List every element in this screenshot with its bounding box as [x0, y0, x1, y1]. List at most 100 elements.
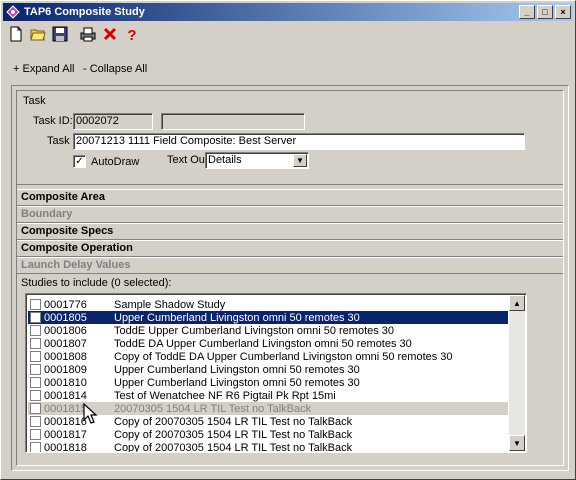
textout-value: Details: [208, 154, 242, 166]
section-boundary[interactable]: Boundary: [17, 206, 563, 223]
section-composite-area[interactable]: Composite Area: [17, 189, 563, 206]
textout-select[interactable]: Details ▼: [205, 152, 309, 169]
row-checkbox[interactable]: [30, 364, 41, 375]
row-checkbox[interactable]: [30, 429, 41, 440]
maximize-button[interactable]: □: [537, 5, 553, 19]
study-id: 0001807: [44, 337, 87, 350]
chevron-down-icon[interactable]: ▼: [293, 154, 307, 167]
row-checkbox[interactable]: [30, 312, 41, 323]
svg-text:?: ?: [127, 27, 136, 42]
study-id: 0001809: [44, 363, 87, 376]
task-id-field: 0002072: [73, 113, 153, 130]
study-name: Copy of 20070305 1504 LR TIL Test no Tal…: [114, 441, 353, 453]
row-checkbox[interactable]: [30, 403, 41, 414]
study-id: 0001814: [44, 389, 87, 402]
study-name: 20070305 1504 LR TIL Test no TalkBack: [114, 402, 312, 415]
print-icon: [80, 27, 96, 42]
studies-listbox[interactable]: 0001776 Sample Shadow Study 0001805 Upper C…: [25, 293, 527, 453]
scroll-up-button[interactable]: ▲: [509, 295, 525, 311]
app-icon: [6, 5, 20, 19]
study-id: 0001805: [44, 311, 87, 324]
row-checkbox[interactable]: [30, 338, 41, 349]
table-row[interactable]: 0001810 Upper Cumberland Livingston omni …: [28, 376, 508, 389]
expand-all-link[interactable]: + Expand All: [13, 63, 74, 75]
close-icon: ×: [560, 6, 566, 17]
expand-bar: + Expand All - Collapse All: [1, 59, 576, 77]
row-checkbox[interactable]: [30, 377, 41, 388]
minimize-button[interactable]: _: [519, 5, 535, 19]
study-id: 0001808: [44, 350, 87, 363]
row-checkbox[interactable]: [30, 325, 41, 336]
new-icon: [10, 26, 22, 42]
mouse-cursor-icon: [83, 403, 98, 424]
study-name: Copy of 20070305 1504 LR TIL Test no Tal…: [114, 415, 353, 428]
arrow-up-icon: ▲: [513, 298, 521, 308]
study-name: Test of Wenatchee NF R6 Pigtail Pk Rpt 1…: [114, 389, 336, 402]
study-id: 0001806: [44, 324, 87, 337]
save-button[interactable]: [49, 24, 71, 44]
task-id-extra-field: [161, 113, 305, 130]
arrow-down-icon: ▼: [513, 438, 521, 448]
table-row[interactable]: 0001809 Upper Cumberland Livingston omni …: [28, 363, 508, 376]
save-icon: [52, 26, 68, 42]
autodraw-checkbox[interactable]: ✓: [73, 155, 86, 168]
close-button[interactable]: ×: [555, 5, 571, 19]
row-checkbox[interactable]: [30, 299, 41, 310]
row-checkbox[interactable]: [30, 416, 41, 427]
vertical-scrollbar[interactable]: ▲ ▼: [509, 295, 525, 451]
row-checkbox[interactable]: [30, 442, 41, 452]
table-row[interactable]: 0001806 ToddE Upper Cumberland Livingston…: [28, 324, 508, 337]
study-id: 0001817: [44, 428, 87, 441]
collapse-all-link[interactable]: - Collapse All: [83, 63, 147, 75]
window-title: TAP6 Composite Study: [24, 6, 145, 18]
table-row[interactable]: 0001807 ToddE DA Upper Cumberland Livings…: [28, 337, 508, 350]
task-section: Task Task ID: 0002072 Task 20071213 1111…: [17, 91, 563, 185]
section-composite-specs[interactable]: Composite Specs: [17, 223, 563, 240]
study-name: Sample Shadow Study: [114, 298, 226, 311]
help-icon: ?: [127, 27, 136, 42]
study-id: 0001810: [44, 376, 87, 389]
autodraw-label: AutoDraw: [91, 156, 140, 168]
study-name: Upper Cumberland Livingston omni 50 remo…: [114, 363, 360, 376]
table-row[interactable]: 0001815 20070305 1504 LR TIL Test no Talk…: [28, 402, 508, 415]
delete-icon: [103, 27, 117, 41]
studies-label: Studies to include (0 selected):: [21, 277, 172, 289]
table-row[interactable]: 0001805 Upper Cumberland Livingston omni …: [28, 311, 508, 324]
study-id: 0001816: [44, 415, 87, 428]
new-button[interactable]: [5, 24, 27, 44]
open-button[interactable]: [27, 24, 49, 44]
title-bar[interactable]: TAP6 Composite Study _ □ ×: [3, 3, 573, 21]
table-row[interactable]: 0001817 Copy of 20070305 1504 LR TIL Test…: [28, 428, 508, 441]
study-name: Copy of ToddE DA Upper Cumberland Living…: [114, 350, 453, 363]
print-button[interactable]: [77, 24, 99, 44]
task-id-label: Task ID:: [33, 115, 73, 127]
table-row[interactable]: 0001814 Test of Wenatchee NF R6 Pigtail P…: [28, 389, 508, 402]
table-row[interactable]: 0001776 Sample Shadow Study: [28, 298, 508, 311]
study-id: 0001818: [44, 441, 87, 453]
section-launch-delay-values[interactable]: Launch Delay Values: [17, 257, 563, 274]
table-row[interactable]: 0001808 Copy of ToddE DA Upper Cumberland…: [28, 350, 508, 363]
scroll-down-button[interactable]: ▼: [509, 435, 525, 451]
section-composite-operation[interactable]: Composite Operation: [17, 240, 563, 257]
maximize-icon: □: [542, 6, 548, 17]
study-id: 0001815: [44, 402, 87, 415]
minimize-icon: _: [524, 6, 530, 17]
table-row[interactable]: 0001816 Copy of 20070305 1504 LR TIL Test…: [28, 415, 508, 428]
study-id: 0001776: [44, 298, 87, 311]
study-name: Upper Cumberland Livingston omni 50 remo…: [114, 311, 360, 324]
help-button[interactable]: ?: [121, 24, 143, 44]
delete-button[interactable]: [99, 24, 121, 44]
task-label: Task: [47, 135, 70, 147]
table-row[interactable]: 0001818 Copy of 20070305 1504 LR TIL Test…: [28, 441, 508, 453]
study-name: ToddE Upper Cumberland Livingston omni 5…: [114, 324, 395, 337]
study-name: Copy of 20070305 1504 LR TIL Test no Tal…: [114, 428, 353, 441]
composite-study-window: TAP6 Composite Study _ □ × ? + Expand Al…: [0, 0, 576, 480]
row-checkbox[interactable]: [30, 390, 41, 401]
task-section-title: Task: [23, 95, 46, 107]
row-checkbox[interactable]: [30, 351, 41, 362]
study-name: Upper Cumberland Livingston omni 50 remo…: [114, 376, 360, 389]
task-name-input[interactable]: 20071213 1111 Field Composite: Best Serv…: [73, 133, 525, 150]
study-name: ToddE DA Upper Cumberland Livingston omn…: [114, 337, 412, 350]
toolbar: ?: [5, 23, 143, 45]
check-mark-icon: ✓: [75, 155, 84, 167]
